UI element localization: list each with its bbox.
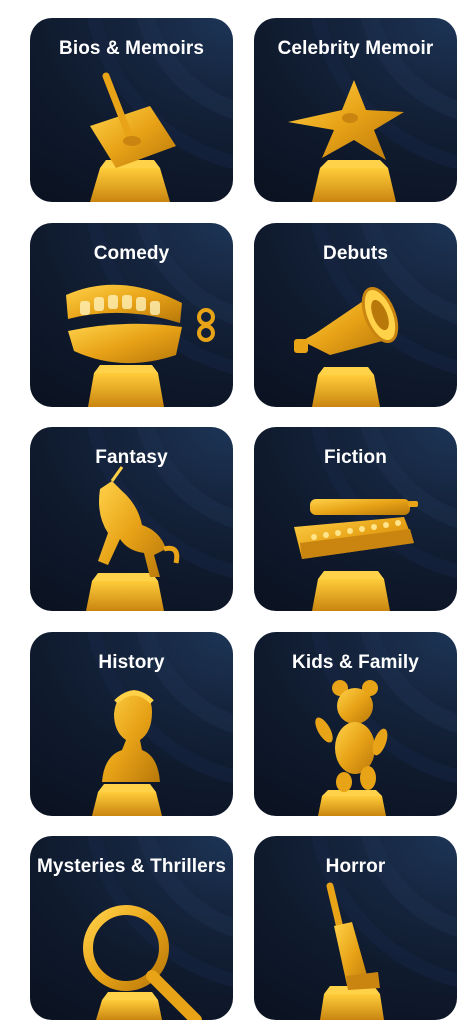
category-card-history[interactable]: History [30, 632, 233, 816]
category-title: Mysteries & Thrillers [36, 856, 226, 877]
category-card-kids-family[interactable]: Kids & Family [254, 632, 457, 816]
category-title: Bios & Memoirs [59, 38, 204, 59]
category-title: Fiction [324, 447, 387, 468]
category-title: Debuts [323, 243, 388, 264]
category-title: Fantasy [95, 447, 168, 468]
category-title: History [98, 652, 165, 673]
category-card-fiction[interactable]: Fiction [254, 427, 457, 611]
category-card-fantasy[interactable]: Fantasy [30, 427, 233, 611]
category-card-horror[interactable]: Horror [254, 836, 457, 1020]
category-card-mysteries-thrillers[interactable]: Mysteries & Thrillers [30, 836, 233, 1020]
category-title: Comedy [93, 243, 170, 264]
category-title: Celebrity Memoir [277, 38, 434, 59]
category-card-debuts[interactable]: Debuts [254, 223, 457, 407]
category-grid: Bios & Memoirs Celebrity Memoir Comedy D… [0, 0, 476, 1030]
category-card-bios-memoirs[interactable]: Bios & Memoirs [30, 18, 233, 202]
category-title: Kids & Family [292, 652, 419, 673]
category-title: Horror [325, 856, 386, 877]
category-card-celebrity-memoir[interactable]: Celebrity Memoir [254, 18, 457, 202]
category-card-comedy[interactable]: Comedy [30, 223, 233, 407]
